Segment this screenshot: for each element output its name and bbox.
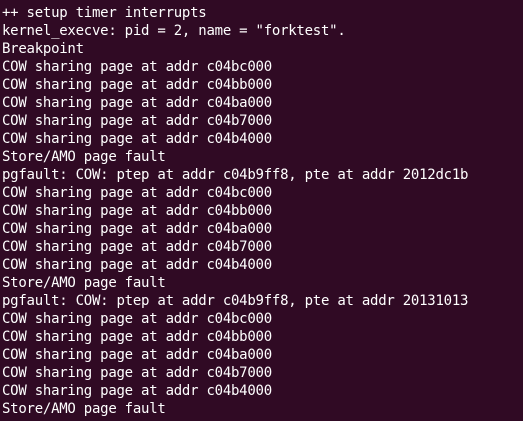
terminal-line: COW sharing page at addr c04ba000	[2, 347, 272, 363]
terminal-line: ++ setup timer interrupts	[2, 5, 207, 21]
terminal-line: COW sharing page at addr c04bc000	[2, 185, 272, 201]
terminal-line: COW sharing page at addr c04bc000	[2, 59, 272, 75]
terminal-line: COW sharing page at addr c04bb000	[2, 329, 272, 345]
terminal-line: kernel_execve: pid = 2, name = "forktest…	[2, 23, 346, 39]
terminal-line: COW sharing page at addr c04b7000	[2, 113, 272, 129]
terminal-line: Store/AMO page fault	[2, 149, 166, 165]
terminal-line: pgfault: COW: ptep at addr c04b9ff8, pte…	[2, 167, 469, 183]
terminal-line: Store/AMO page fault	[2, 401, 166, 417]
terminal-line: COW sharing page at addr c04b7000	[2, 239, 272, 255]
terminal-line: COW sharing page at addr c04bb000	[2, 203, 272, 219]
terminal-line: COW sharing page at addr c04ba000	[2, 95, 272, 111]
terminal-line: COW sharing page at addr c04b4000	[2, 131, 272, 147]
terminal-line: COW sharing page at addr c04ba000	[2, 221, 272, 237]
terminal-line: COW sharing page at addr c04b4000	[2, 257, 272, 273]
terminal-line: pgfault: COW: ptep at addr c04b9ff8, pte…	[2, 293, 469, 309]
terminal-line: Store/AMO page fault	[2, 275, 166, 291]
terminal-output[interactable]: ++ setup timer interrupts kernel_execve:…	[0, 0, 523, 421]
terminal-line: COW sharing page at addr c04bb000	[2, 77, 272, 93]
terminal-line: COW sharing page at addr c04b7000	[2, 365, 272, 381]
terminal-line: Breakpoint	[2, 41, 84, 57]
terminal-line: COW sharing page at addr c04b4000	[2, 383, 272, 399]
terminal-line: COW sharing page at addr c04bc000	[2, 311, 272, 327]
